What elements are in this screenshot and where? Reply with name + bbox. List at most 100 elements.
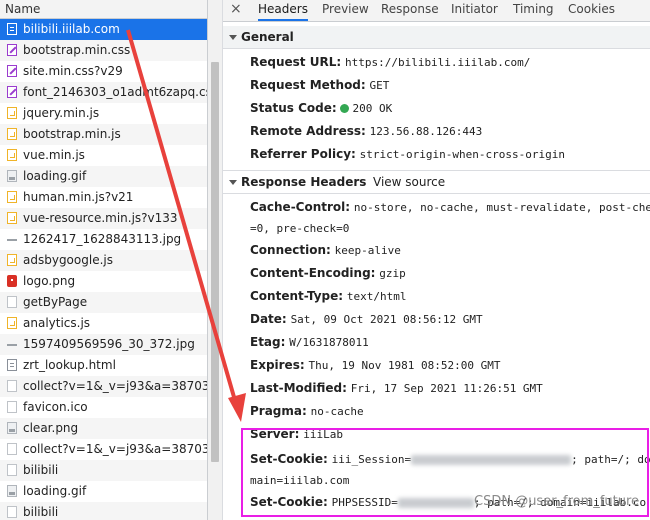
- stylesheet-icon: [7, 44, 17, 56]
- request-row[interactable]: vue-resource.min.js?v133: [0, 208, 207, 229]
- name-column-header[interactable]: Name: [0, 0, 207, 19]
- request-name: analytics.js: [23, 316, 91, 330]
- cache-control-continuation: =0, pre-check=0: [250, 222, 350, 235]
- connection-row: Connection: keep-alive: [223, 239, 650, 262]
- request-name: vue-resource.min.js?v133: [23, 211, 178, 225]
- script-icon: [7, 254, 17, 266]
- request-name: bootstrap.min.css: [23, 43, 131, 57]
- tab-cookies[interactable]: Cookies: [568, 0, 615, 18]
- tab-timing[interactable]: Timing: [513, 0, 554, 18]
- header-value: no-store, no-cache, must-revalidate, pos…: [353, 201, 650, 214]
- request-name: clear.png: [23, 421, 79, 435]
- content-type-row: Content-Type: text/html: [223, 285, 650, 308]
- request-method-row: Request Method: GET: [223, 74, 650, 97]
- tab-preview[interactable]: Preview: [322, 0, 369, 18]
- header-value: https://bilibili.iiilab.com/: [344, 56, 531, 69]
- header-value: Thu, 19 Nov 1981 08:52:00 GMT: [308, 359, 501, 372]
- request-row[interactable]: loading.gif: [0, 481, 207, 502]
- request-name: jquery.min.js: [23, 106, 100, 120]
- request-row[interactable]: bilibili: [0, 460, 207, 481]
- logo-image-icon: [7, 275, 17, 287]
- request-row[interactable]: bootstrap.min.js: [0, 124, 207, 145]
- header-value: W/1631878011: [289, 336, 369, 349]
- expires-row: Expires: Thu, 19 Nov 1981 08:52:00 GMT: [223, 354, 650, 377]
- view-source-link[interactable]: View source: [373, 171, 445, 193]
- request-name: bilibili: [23, 463, 59, 477]
- header-key: Pragma:: [250, 404, 307, 418]
- request-name: site.min.css?v29: [23, 64, 123, 78]
- request-row[interactable]: vue.min.js: [0, 145, 207, 166]
- request-name: bilibili: [23, 505, 59, 519]
- request-name: bilibili.iiilab.com: [23, 22, 120, 36]
- tab-initiator[interactable]: Initiator: [451, 0, 498, 18]
- script-icon: [7, 128, 17, 140]
- request-name: 1262417_1628843113.jpg: [23, 232, 182, 246]
- request-name: favicon.ico: [23, 400, 88, 414]
- request-row[interactable]: bilibili: [0, 502, 207, 520]
- status-code-row: Status Code: 200 OK: [223, 97, 650, 120]
- request-row[interactable]: jquery.min.js: [0, 103, 207, 124]
- request-row[interactable]: getByPage: [0, 292, 207, 313]
- request-row[interactable]: logo.png: [0, 271, 207, 292]
- network-request-list: Name bilibili.iiilab.com bootstrap.min.cs…: [0, 0, 208, 520]
- request-name: zrt_lookup.html: [23, 358, 116, 372]
- request-name: 1597409569596_30_372.jpg: [23, 337, 195, 351]
- request-name: collect?v=1&_v=j93&a=38703446: [23, 379, 207, 393]
- request-row[interactable]: loading.gif: [0, 166, 207, 187]
- tab-response[interactable]: Response: [381, 0, 439, 18]
- watermark: CSDN @user_from_future: [474, 494, 640, 509]
- request-row[interactable]: collect?v=1&_v=j93&a=38703446: [0, 439, 207, 460]
- request-row[interactable]: site.min.css?v29: [0, 61, 207, 82]
- header-key: Request Method:: [250, 78, 366, 92]
- header-key: Remote Address:: [250, 124, 366, 138]
- image-icon: [7, 401, 17, 413]
- scrollbar-thumb[interactable]: [211, 62, 219, 462]
- header-key: Content-Encoding:: [250, 266, 376, 280]
- request-row[interactable]: collect?v=1&_v=j93&a=38703446: [0, 376, 207, 397]
- section-title: General: [241, 30, 294, 44]
- general-section-header[interactable]: General: [223, 26, 650, 49]
- script-icon: [7, 212, 17, 224]
- request-row[interactable]: clear.png: [0, 418, 207, 439]
- request-url-row: Request URL: https://bilibili.iiilab.com…: [223, 51, 650, 74]
- request-name: bootstrap.min.js: [23, 127, 121, 141]
- header-value: no-cache: [310, 405, 364, 418]
- xhr-icon: [7, 296, 17, 308]
- request-row[interactable]: bootstrap.min.css: [0, 40, 207, 61]
- pragma-row: Pragma: no-cache: [223, 400, 650, 423]
- request-list: bilibili.iiilab.com bootstrap.min.css site…: [0, 19, 207, 520]
- close-icon[interactable]: ×: [230, 0, 242, 18]
- script-icon: [7, 149, 17, 161]
- date-row: Date: Sat, 09 Oct 2021 08:56:12 GMT: [223, 308, 650, 331]
- request-row[interactable]: 1262417_1628843113.jpg: [0, 229, 207, 250]
- tab-headers[interactable]: Headers: [258, 0, 308, 21]
- header-key: Referrer Policy:: [250, 147, 356, 161]
- request-name: getByPage: [23, 295, 88, 309]
- request-row[interactable]: analytics.js: [0, 313, 207, 334]
- xhr-icon: [7, 380, 17, 392]
- header-key: Expires:: [250, 358, 305, 372]
- request-name: loading.gif: [23, 169, 87, 183]
- request-list-scrollbar[interactable]: [208, 0, 223, 520]
- request-row[interactable]: human.min.js?v21: [0, 187, 207, 208]
- header-value: Fri, 17 Sep 2021 11:26:51 GMT: [350, 382, 543, 395]
- html-doc-icon: [7, 359, 17, 371]
- header-key: Etag:: [250, 335, 286, 349]
- request-row[interactable]: 1597409569596_30_372.jpg: [0, 334, 207, 355]
- request-name: font_2146303_o1admt6zapq.css: [23, 85, 207, 99]
- content-encoding-row: Content-Encoding: gzip: [223, 262, 650, 285]
- image-icon: [7, 170, 17, 182]
- request-row[interactable]: font_2146303_o1admt6zapq.css: [0, 82, 207, 103]
- request-row[interactable]: adsbygoogle.js: [0, 250, 207, 271]
- request-row[interactable]: zrt_lookup.html: [0, 355, 207, 376]
- response-headers-section-header[interactable]: Response Headers View source: [223, 170, 650, 194]
- request-name: vue.min.js: [23, 148, 85, 162]
- request-row[interactable]: bilibili.iiilab.com: [0, 19, 207, 40]
- section-title: Response Headers: [241, 175, 367, 189]
- header-key: Status Code:: [250, 101, 337, 115]
- request-row[interactable]: favicon.ico: [0, 397, 207, 418]
- script-icon: [7, 107, 17, 119]
- header-value: keep-alive: [334, 244, 401, 257]
- stylesheet-icon: [7, 65, 17, 77]
- script-icon: [7, 191, 17, 203]
